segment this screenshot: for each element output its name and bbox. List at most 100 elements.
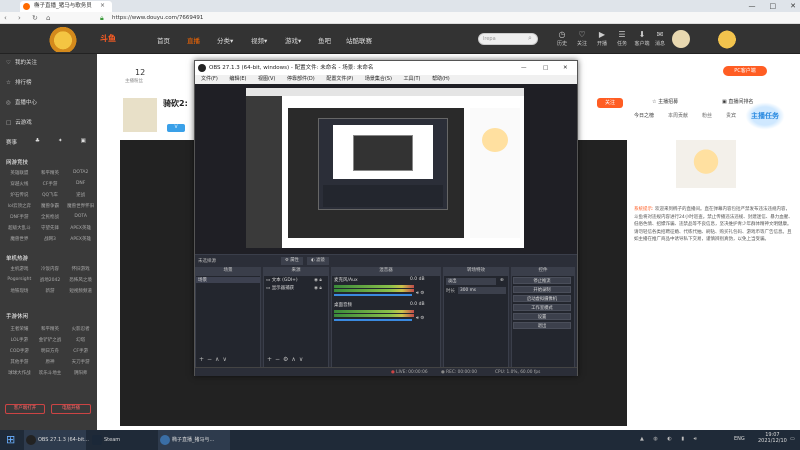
- avatar[interactable]: [672, 30, 690, 48]
- stop-streaming-button[interactable]: 停止推流: [513, 277, 571, 284]
- volume-slider[interactable]: [334, 294, 412, 296]
- sidebar-category-item[interactable]: 怀旧游戏: [65, 266, 96, 272]
- visibility-icon[interactable]: ◉ 🔒︎: [314, 285, 322, 291]
- sidebar-category-item[interactable]: DNF: [65, 181, 96, 187]
- tab-close-icon[interactable]: ×: [100, 2, 105, 9]
- open-client-button[interactable]: 客户端打开: [5, 404, 45, 414]
- sidebar-category-item[interactable]: 魔兽世界怀旧: [65, 203, 96, 209]
- scene-item[interactable]: 场景: [196, 277, 260, 283]
- obs-minimize-button[interactable]: —: [521, 61, 527, 75]
- message-icon[interactable]: ✉ 消息: [650, 30, 670, 47]
- sidebar-category-item[interactable]: 魔兽世界: [4, 236, 35, 242]
- close-button[interactable]: ✕: [790, 0, 796, 12]
- menu-view[interactable]: 视图(V): [258, 76, 275, 82]
- menu-scene-collection[interactable]: 场景集合(S): [365, 76, 392, 82]
- menu-docks[interactable]: 停靠部件(D): [287, 76, 315, 82]
- sidebar-category-item[interactable]: 穿越火线: [4, 181, 35, 187]
- sidebar-item-livecenter[interactable]: ◎ 直播中心: [6, 98, 37, 106]
- sidebar-category-item[interactable]: 阴阳师: [65, 370, 96, 376]
- start-recording-button[interactable]: 开始录制: [513, 286, 571, 293]
- vip-badge-icon[interactable]: [712, 27, 742, 52]
- sidebar-category-item[interactable]: Pogorsight: [4, 277, 35, 283]
- sidebar-category-item[interactable]: CF手游: [35, 181, 66, 187]
- sidebar-item-cloudgame[interactable]: □ 云游戏: [6, 118, 32, 126]
- pc-live-button[interactable]: 电脑开播: [51, 404, 91, 414]
- mascot-logo[interactable]: [46, 26, 80, 52]
- sidebar-category-item[interactable]: QQ飞车: [35, 192, 66, 198]
- screen-icon[interactable]: ▣: [81, 138, 86, 146]
- nav-item-video[interactable]: 视频▾: [251, 35, 267, 45]
- settings-button[interactable]: 设置: [513, 313, 571, 320]
- sidebar-category-item[interactable]: DOTA2: [65, 170, 96, 176]
- nav-item-category[interactable]: 分类▾: [217, 35, 233, 45]
- follow-button[interactable]: 关注: [597, 98, 623, 108]
- back-icon[interactable]: ‹: [4, 12, 7, 24]
- visibility-icon[interactable]: ◉ 🔒︎: [314, 277, 322, 283]
- sidebar-category-item[interactable]: 明日方舟: [35, 348, 66, 354]
- sidebar-category-item[interactable]: 超级大乱斗: [4, 225, 35, 231]
- follow-icon[interactable]: ♡ 关注: [572, 30, 592, 47]
- live-icon[interactable]: ▶ 开播: [592, 30, 612, 47]
- forward-icon[interactable]: ›: [18, 12, 21, 24]
- taskbar-item-browser[interactable]: 椭子直播_猪马与...: [158, 430, 230, 450]
- sidebar-category-item[interactable]: 魔兽争霸: [35, 203, 66, 209]
- history-icon[interactable]: ◷ 历史: [552, 30, 572, 47]
- sidebar-category-item[interactable]: 王者荣耀: [4, 326, 35, 332]
- tray-icons[interactable]: ▲ ◍ ◐ ▮ 🔊︎: [640, 436, 701, 442]
- sidebar-category-item[interactable]: 球球大作战: [4, 370, 35, 376]
- notification-icon[interactable]: ▭: [790, 436, 795, 442]
- sidebar-category-item[interactable]: 炉石传说: [4, 192, 35, 198]
- menu-profile[interactable]: 配置文件(P): [326, 76, 353, 82]
- sidebar-category-item[interactable]: 短视频频道: [65, 288, 96, 294]
- tab-today[interactable]: 今日之榜: [634, 112, 654, 119]
- customer-icon[interactable]: ⬇ 客户端: [632, 30, 652, 47]
- url-field[interactable]: https://www.douyu.com/7669491: [112, 14, 652, 22]
- minimize-button[interactable]: —: [749, 0, 756, 12]
- source-item[interactable]: ▭ 文本 (GDI+): [266, 277, 298, 283]
- exit-button[interactable]: 退出: [513, 322, 571, 329]
- sidebar-category-item[interactable]: 全民枪战: [35, 214, 66, 220]
- taskbar-item-steam[interactable]: Steam: [90, 430, 152, 450]
- pc-client-badge[interactable]: PC客户端: [723, 66, 767, 76]
- obs-close-button[interactable]: ✕: [563, 61, 568, 75]
- sidebar-category-item[interactable]: 守望先锋: [35, 225, 66, 231]
- sidebar-category-item[interactable]: 幻塔: [65, 337, 96, 343]
- sidebar-category-item[interactable]: COD手游: [4, 348, 35, 354]
- sidebar-item-ranking[interactable]: ☆ 排行榜: [6, 78, 31, 86]
- sidebar-category-item[interactable]: 天刀手游: [65, 359, 96, 365]
- sidebar-item-follow[interactable]: ♡ 我的关注: [6, 58, 37, 66]
- star-icon[interactable]: ✦: [58, 138, 63, 146]
- sidebar-category-item[interactable]: 恐怖风之境: [65, 277, 96, 283]
- tab-vip[interactable]: 贵宾: [726, 112, 736, 119]
- scene-controls[interactable]: +−∧∨: [199, 356, 230, 363]
- add-transition-icon[interactable]: ⊕: [500, 278, 504, 283]
- properties-button[interactable]: ⚙ 属性: [281, 257, 303, 265]
- menu-help[interactable]: 帮助(H): [432, 76, 450, 82]
- duration-input[interactable]: 300 ms: [458, 287, 506, 294]
- nav-item-games[interactable]: 游戏▾: [285, 35, 301, 45]
- transition-select[interactable]: 淡出: [446, 278, 496, 285]
- sidebar-category-item[interactable]: 其他手游: [4, 359, 35, 365]
- menu-file[interactable]: 文件(F): [201, 76, 218, 82]
- volume-slider[interactable]: [334, 319, 412, 321]
- sidebar-category-item[interactable]: 战地2042: [35, 277, 66, 283]
- sidebar-category-item[interactable]: 和平精英: [35, 326, 66, 332]
- source-controls[interactable]: +−⚙∧∨: [267, 356, 306, 363]
- sidebar-category-item[interactable]: 火影忍者: [65, 326, 96, 332]
- sidebar-category-item[interactable]: 和平精英: [35, 170, 66, 176]
- event-icon[interactable]: 赛事: [6, 138, 17, 146]
- sidebar-category-item[interactable]: 逆战: [65, 192, 96, 198]
- obs-canvas[interactable]: [246, 88, 524, 248]
- sidebar-category-item[interactable]: 新游: [35, 288, 66, 294]
- sidebar-category-item[interactable]: 金铲铲之战: [35, 337, 66, 343]
- maximize-button[interactable]: □: [770, 0, 777, 12]
- obs-maximize-button[interactable]: □: [543, 61, 548, 75]
- promo-banner[interactable]: 主播任务: [742, 100, 788, 132]
- sidebar-category-item[interactable]: CF手游: [65, 348, 96, 354]
- browser-tab[interactable]: 椭子直播_猪马与歌务员: [20, 1, 112, 12]
- home-icon[interactable]: ⌂: [46, 12, 50, 24]
- task-icon[interactable]: ☰ 任务: [612, 30, 632, 47]
- sidebar-category-item[interactable]: APEX英雄: [65, 225, 96, 231]
- sidebar-category-item[interactable]: DNF手游: [4, 214, 35, 220]
- menu-edit[interactable]: 编辑(E): [229, 76, 246, 82]
